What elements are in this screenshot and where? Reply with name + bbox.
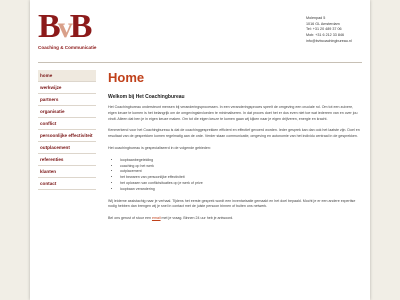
logo[interactable]: BvB Coaching & Communicatie	[38, 10, 98, 54]
nav-item-conflict[interactable]: conflict	[38, 118, 96, 130]
nav-item-contact[interactable]: contact	[38, 178, 96, 190]
list-item: loopbaan verandering	[120, 187, 360, 193]
nav-item-home[interactable]: home	[38, 70, 96, 82]
main-content: Home Welkom bij Het Coachingbureau Het C…	[108, 70, 360, 300]
logo-letter-b1: B	[38, 8, 61, 45]
intro-paragraph: Het Coachingbureau ondersteunt mensen bi…	[108, 105, 358, 121]
page: BvB Coaching & Communicatie Molenpad 5 1…	[30, 0, 370, 300]
nav-item-partners[interactable]: partners	[38, 94, 96, 106]
approach-paragraph: Kenmerkend voor het Coachingbureau is da…	[108, 128, 360, 139]
email-link[interactable]: email	[152, 216, 161, 220]
sidebar-nav: home werkwijze partners organisatie conf…	[38, 70, 96, 190]
contact-paragraph: Bel ons gerust of stuur een email met je…	[108, 216, 360, 222]
contact-block: Molenpad 5 1016 GL Amsterdam Tel: +31 20…	[306, 16, 352, 45]
nav-item-referenties[interactable]: referenties	[38, 154, 96, 166]
header-divider	[38, 62, 362, 63]
logo-subtitle: Coaching & Communicatie	[38, 45, 97, 50]
contact-email[interactable]: info@bvbcoachingbureau.nl	[306, 39, 352, 45]
nav-item-persoonlijke-effectiviteit[interactable]: persoonlijke effectiviteit	[38, 130, 96, 142]
nav-item-klanten[interactable]: klanten	[38, 166, 96, 178]
page-subtitle: Welkom bij Het Coachingbureau	[108, 94, 185, 100]
nav-item-organisatie[interactable]: organisatie	[38, 106, 96, 118]
logo-letter-b2: B	[69, 8, 93, 45]
nav-item-outplacement[interactable]: outplacement	[38, 142, 96, 154]
process-paragraph: Wij leiderne assistachig naar je verhaal…	[108, 198, 356, 209]
contact-text-before: Bel ons gerust of stuur een	[108, 216, 151, 221]
page-title: Home	[108, 70, 145, 85]
logo-letters: BvB	[38, 8, 93, 45]
logo-letter-v: v	[57, 11, 73, 44]
nav-item-werkwijze[interactable]: werkwijze	[38, 82, 96, 94]
specialties-list: loopbaanbegeleiding coaching op het werk…	[108, 158, 360, 193]
contact-text-after: met je vraag. Binnen 24 uur heb je antwo…	[161, 216, 234, 221]
specialties-intro: Het coachingbureau is gespecialiseerd in…	[108, 145, 211, 150]
